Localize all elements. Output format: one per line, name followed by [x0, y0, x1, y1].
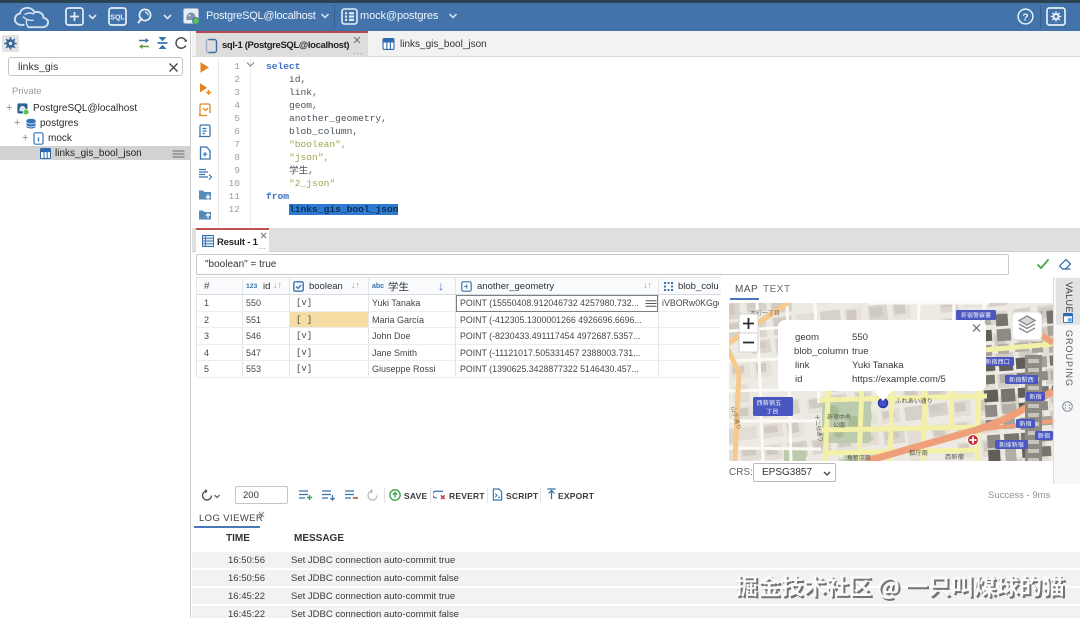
svg-text:id: id — [795, 374, 802, 385]
svg-text:SQL: SQL — [110, 15, 125, 22]
svg-text:blob_column: blob_column — [794, 346, 848, 357]
svg-text:link: link — [795, 360, 810, 371]
svg-text:550: 550 — [852, 332, 868, 343]
svg-text:?: ? — [1022, 11, 1028, 23]
svg-text:geom: geom — [795, 332, 819, 343]
svg-text:https://example.com/5: https://example.com/5 — [852, 374, 946, 385]
svg-text:true: true — [852, 346, 869, 357]
svg-text:Yuki Tanaka: Yuki Tanaka — [852, 360, 904, 371]
